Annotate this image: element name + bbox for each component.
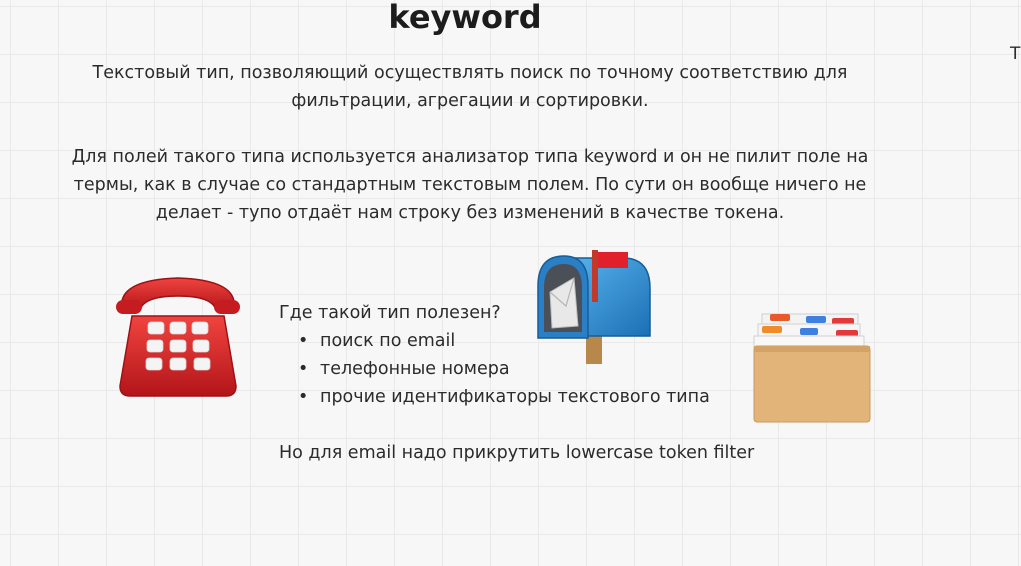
next-slide-text-fragment: Т — [1010, 44, 1021, 64]
use-case-list: • поиск по email • телефонные номера • проч… — [296, 327, 710, 411]
description-paragraph-1-line-2: фильтрации, агрегации и сортировки. — [291, 91, 649, 111]
description-paragraph-2: Для полей такого типа используется анали… — [40, 143, 900, 227]
bullet-marker: • — [298, 387, 309, 407]
list-item-text: телефонные номера — [320, 359, 510, 379]
slide-title: keyword — [388, 0, 542, 36]
description-paragraph-2-line-2: термы, как в случае со стандартным текст… — [73, 175, 867, 195]
list-item-text: поиск по email — [320, 331, 456, 351]
card-file-box-icon — [753, 313, 871, 423]
list-item: • телефонные номера — [296, 355, 710, 383]
list-item: • прочие идентификаторы текстового типа — [296, 383, 710, 411]
list-item-text: прочие идентификаторы текстового типа — [320, 387, 710, 407]
bullet-marker: • — [298, 359, 309, 379]
bullet-marker: • — [298, 331, 309, 351]
footer-note: Но для email надо прикрутить lowercase t… — [279, 443, 755, 463]
usage-question: Где такой тип полезен? — [279, 303, 501, 323]
description-paragraph-2-line-1: Для полей такого типа используется анали… — [71, 147, 869, 167]
telephone-icon — [116, 277, 240, 397]
description-paragraph-1-line-1: Текстовый тип, позволяющий осуществлять … — [92, 63, 848, 83]
list-item: • поиск по email — [296, 327, 710, 355]
description-paragraph-2-line-3: делает - тупо отдаёт нам строку без изме… — [155, 203, 785, 223]
description-paragraph-1: Текстовый тип, позволяющий осуществлять … — [50, 59, 890, 115]
